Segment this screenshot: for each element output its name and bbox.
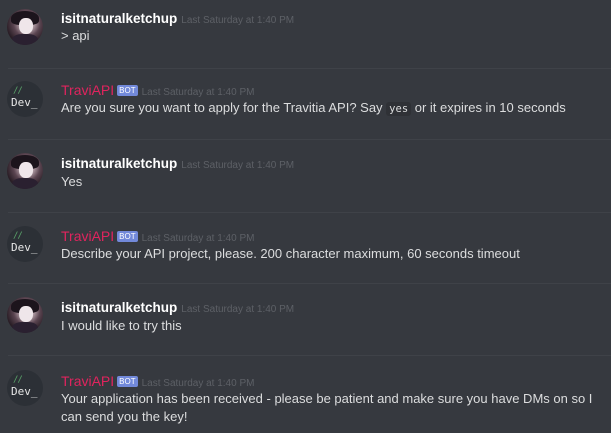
message-divider xyxy=(8,212,611,213)
message-content: I would like to try this xyxy=(61,317,606,335)
message-text: I would like to try this xyxy=(61,318,182,333)
message-content: Yes xyxy=(61,173,606,191)
message-divider xyxy=(8,283,611,284)
message-divider xyxy=(8,139,611,140)
bot-avatar[interactable]: // Dev_ xyxy=(7,81,43,117)
message-divider xyxy=(8,355,611,356)
author-name[interactable]: TraviAPI xyxy=(61,82,114,98)
message-timestamp: Last Saturday at 1:40 PM xyxy=(181,15,295,26)
message-text: or it expires in 10 seconds xyxy=(411,100,566,115)
message-content: Are you sure you want to apply for the T… xyxy=(61,99,606,118)
message-header: isitnaturalketchup Last Saturday at 1:40 … xyxy=(61,299,294,318)
user-avatar[interactable] xyxy=(7,9,43,45)
bot-avatar[interactable]: // Dev_ xyxy=(7,370,43,406)
message-timestamp: Last Saturday at 1:40 PM xyxy=(181,160,295,171)
user-avatar[interactable] xyxy=(7,297,43,333)
message-text: Describe your API project, please. 200 c… xyxy=(61,246,520,261)
message-header: isitnaturalketchup Last Saturday at 1:40 … xyxy=(61,155,294,174)
chat-log: isitnaturalketchup Last Saturday at 1:40 … xyxy=(0,0,611,433)
bot-avatar[interactable]: // Dev_ xyxy=(7,226,43,262)
message-text: Are you sure you want to apply for the T… xyxy=(61,100,387,115)
message-content: Describe your API project, please. 200 c… xyxy=(61,245,606,263)
message-divider xyxy=(8,68,611,69)
author-name[interactable]: isitnaturalketchup xyxy=(61,11,177,26)
message-timestamp: Last Saturday at 1:40 PM xyxy=(141,233,255,244)
message-timestamp: Last Saturday at 1:40 PM xyxy=(141,87,255,98)
bot-tag: BOT xyxy=(117,376,138,387)
avatar-slashes: // xyxy=(13,375,23,385)
avatar-slashes: // xyxy=(13,86,23,96)
bot-tag: BOT xyxy=(117,85,138,96)
avatar-dev-text: Dev_ xyxy=(11,385,38,398)
message-timestamp: Last Saturday at 1:40 PM xyxy=(141,378,255,389)
author-name[interactable]: TraviAPI xyxy=(61,373,114,389)
user-avatar[interactable] xyxy=(7,153,43,189)
message-text: Yes xyxy=(61,174,83,189)
avatar-dev-text: Dev_ xyxy=(11,241,38,254)
message-content: > api xyxy=(61,27,606,45)
message-timestamp: Last Saturday at 1:40 PM xyxy=(181,304,295,315)
bot-tag: BOT xyxy=(117,231,138,242)
message-text: > api xyxy=(61,28,90,43)
inline-code: yes xyxy=(386,102,412,116)
author-name[interactable]: isitnaturalketchup xyxy=(61,300,177,315)
message-text: Your application has been received - ple… xyxy=(61,391,593,424)
message-content: Your application has been received - ple… xyxy=(61,390,606,426)
avatar-dev-text: Dev_ xyxy=(11,96,38,109)
author-name[interactable]: TraviAPI xyxy=(61,228,114,244)
author-name[interactable]: isitnaturalketchup xyxy=(61,156,177,171)
avatar-slashes: // xyxy=(13,231,23,241)
